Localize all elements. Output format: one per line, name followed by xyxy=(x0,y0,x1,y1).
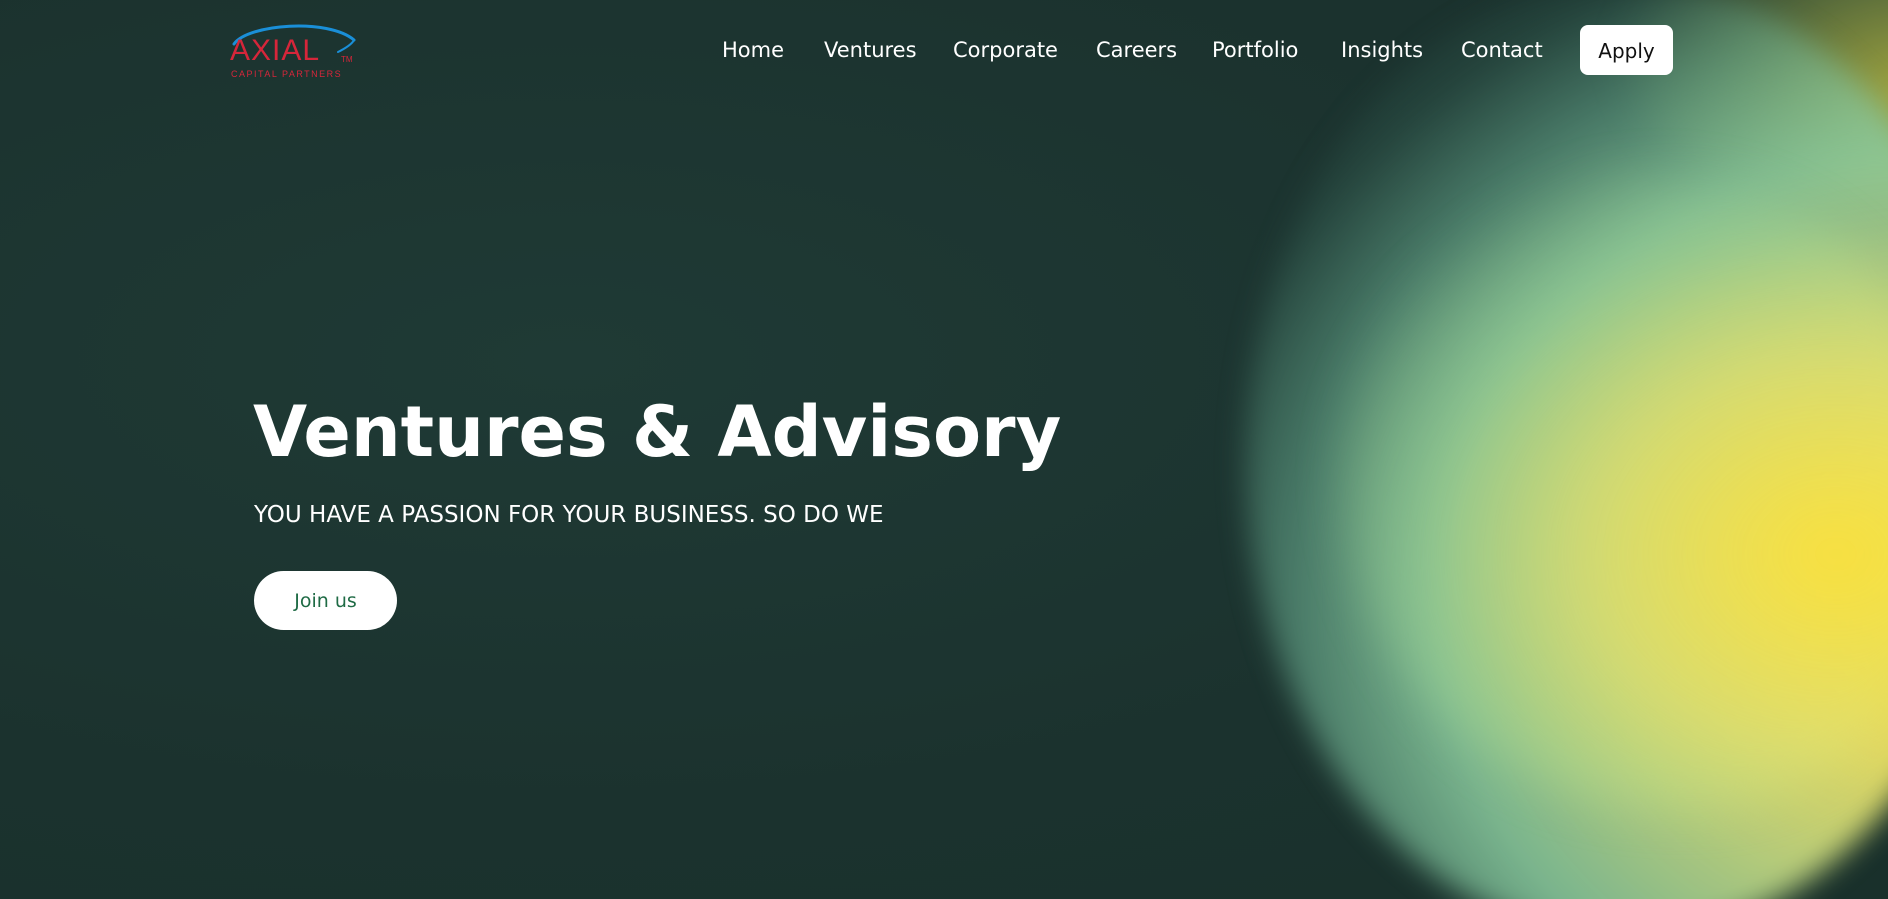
join-us-button[interactable]: Join us xyxy=(254,571,397,630)
nav-item-corporate[interactable]: Corporate xyxy=(953,30,1058,70)
logo-trademark: TM xyxy=(341,55,353,64)
nav-item-careers[interactable]: Careers xyxy=(1096,30,1177,70)
nav-item-portfolio[interactable]: Portfolio xyxy=(1212,30,1298,70)
logo[interactable]: AXIAL TM CAPITAL PARTNERS xyxy=(228,22,358,82)
nav-item-contact[interactable]: Contact xyxy=(1461,30,1543,70)
nav-item-insights[interactable]: Insights xyxy=(1341,30,1423,70)
page: AXIAL TM CAPITAL PARTNERS Home Ventures … xyxy=(0,0,1888,899)
site-header: AXIAL TM CAPITAL PARTNERS Home Ventures … xyxy=(0,0,1888,100)
logo-wordmark: AXIAL xyxy=(230,34,321,67)
nav-item-home[interactable]: Home xyxy=(722,30,784,70)
apply-button[interactable]: Apply xyxy=(1580,25,1673,75)
nav-item-ventures[interactable]: Ventures xyxy=(824,30,917,70)
hero-subtitle: YOU HAVE A PASSION FOR YOUR BUSINESS. SO… xyxy=(254,502,884,528)
hero-title: Ventures & Advisory xyxy=(253,391,1062,473)
logo-tagline: CAPITAL PARTNERS xyxy=(231,69,343,79)
